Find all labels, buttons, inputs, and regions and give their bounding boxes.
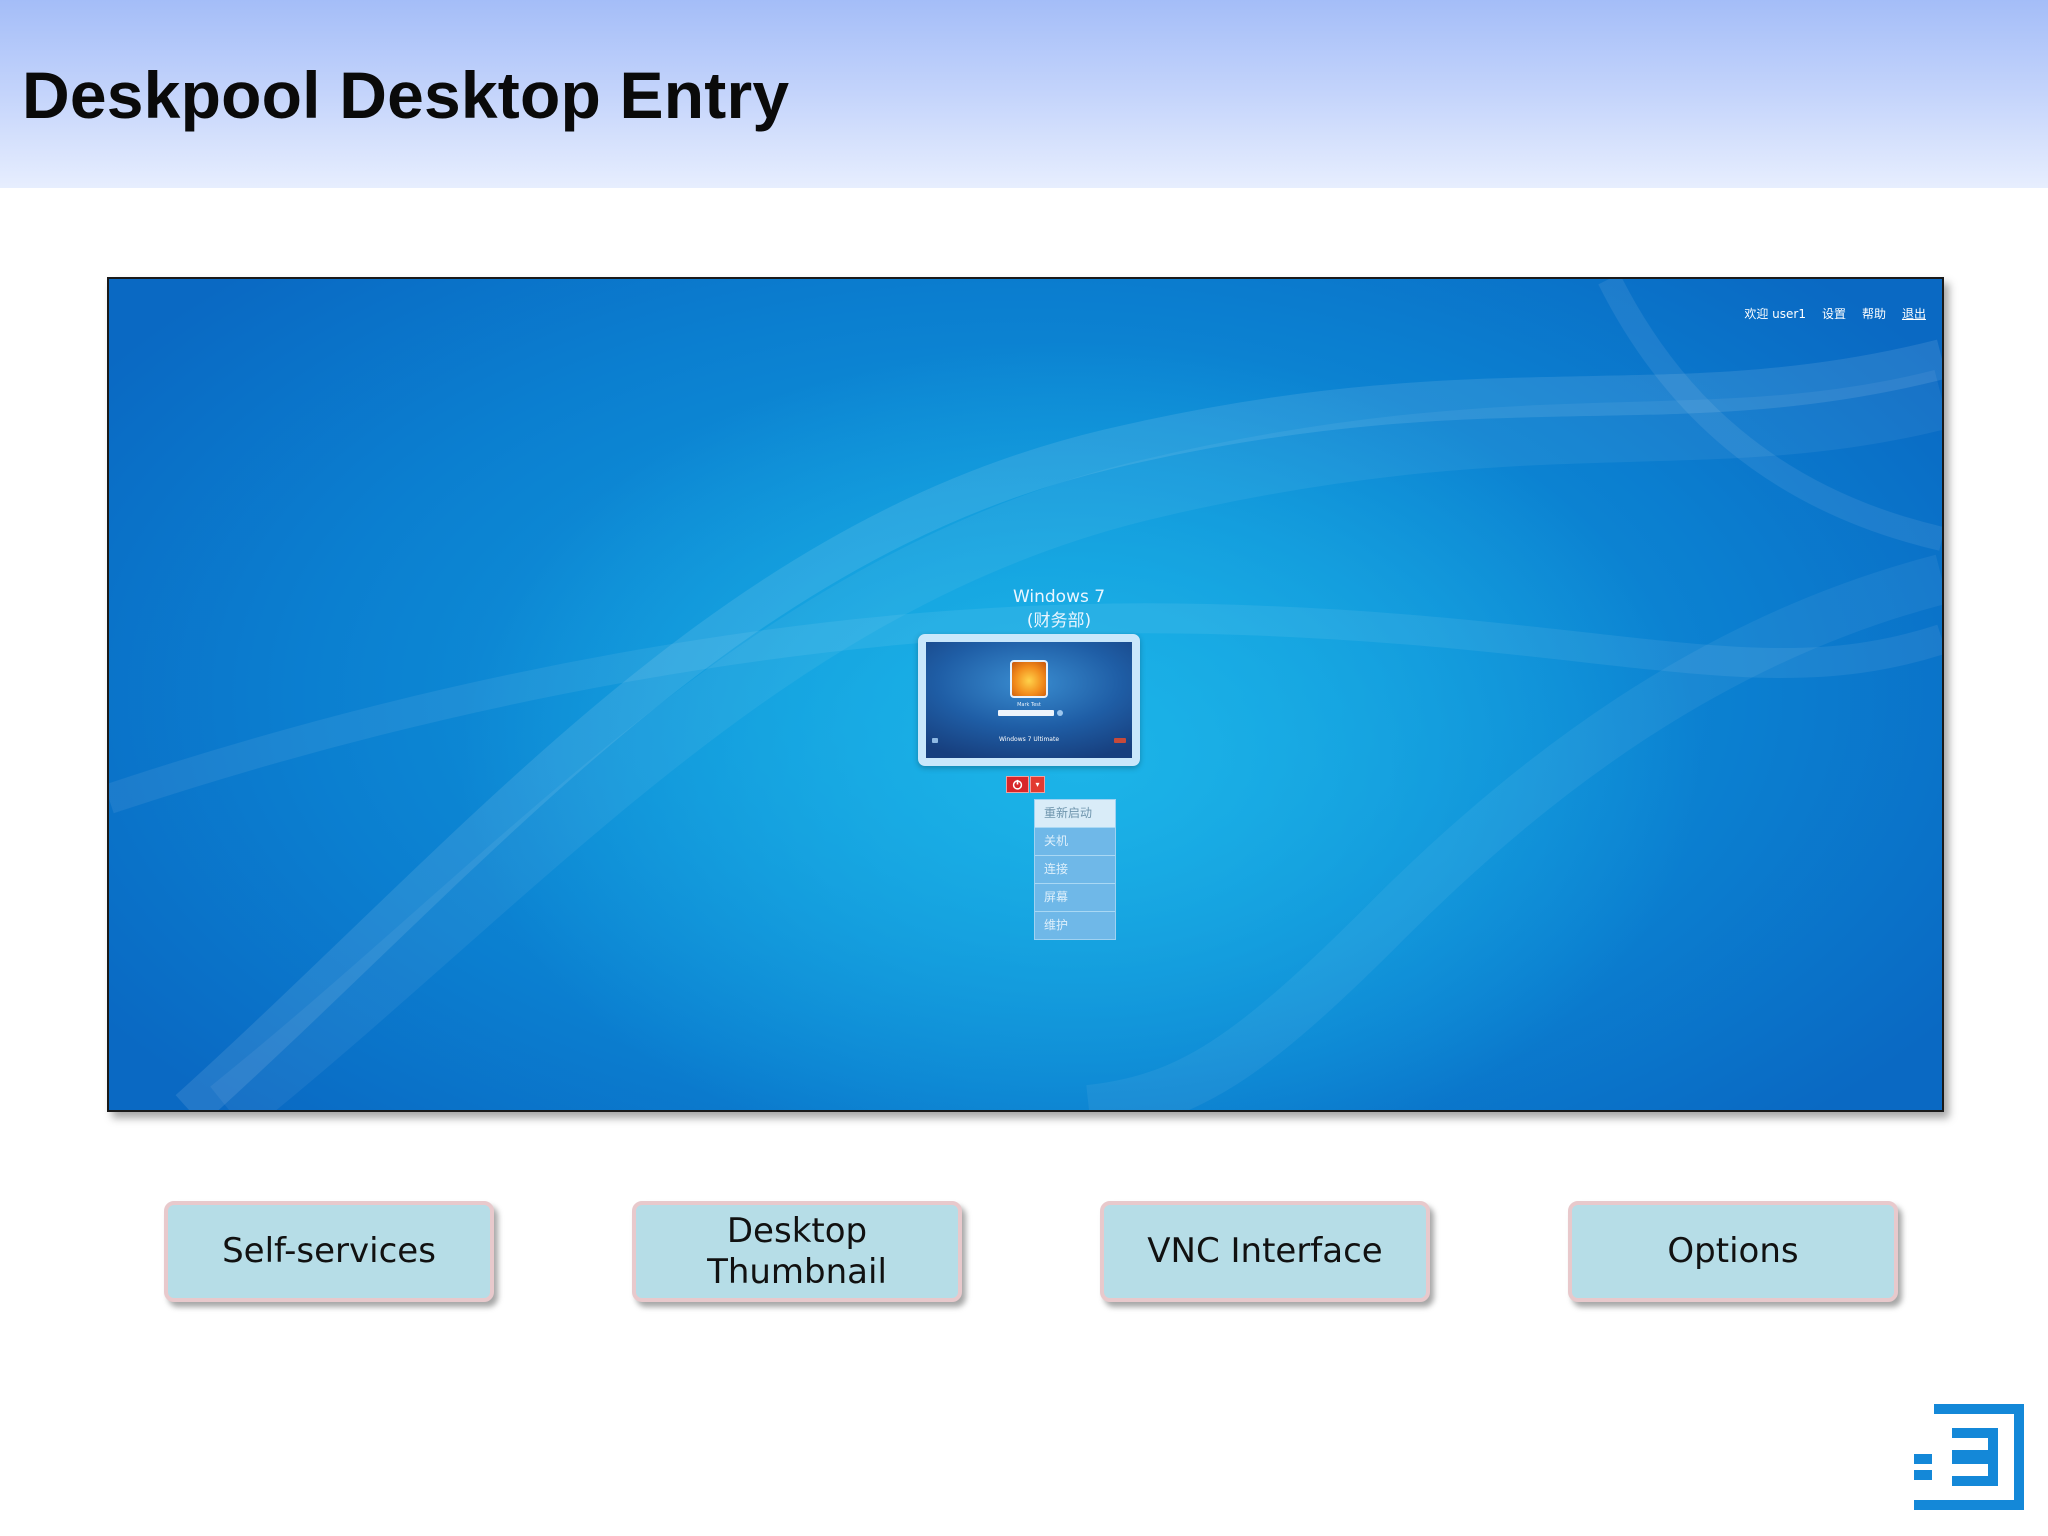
thumbnail-login-screen: Mark Test Windows 7 Ultimate	[926, 642, 1132, 758]
logout-link[interactable]: 退出	[1902, 305, 1926, 322]
power-menu: 重新启动 关机 连接 屏幕 维护	[1034, 799, 1116, 940]
power-menu-item[interactable]: 关机	[1035, 827, 1115, 855]
desktop-thumbnail-label-line1: Desktop	[726, 1210, 868, 1251]
desktop-portal-screenshot: 欢迎 user1 设置 帮助 退出 Windows 7 (财务部) Mark T…	[107, 277, 1944, 1112]
desktop-thumbnail-label: Desktop Thumbnail	[707, 1211, 887, 1293]
desktop-name: Windows 7	[1012, 587, 1106, 607]
help-link[interactable]: 帮助	[1862, 305, 1886, 322]
thumbnail-user-name: Mark Test	[1017, 702, 1041, 708]
slide-title: Deskpool Desktop Entry	[22, 58, 790, 132]
desktop-label: Windows 7 (财务部)	[909, 585, 1209, 633]
thumbnail-power-icon	[1114, 738, 1126, 743]
power-dropdown-button[interactable]: ▾	[1030, 776, 1045, 793]
welcome-text: 欢迎 user1	[1744, 307, 1806, 321]
self-services-button[interactable]: Self-services	[164, 1201, 494, 1302]
power-menu-item[interactable]: 连接	[1035, 855, 1115, 883]
thumbnail-brand: Windows 7 Ultimate	[998, 736, 1060, 743]
power-button[interactable]	[1006, 776, 1029, 793]
company-logo	[1914, 1404, 2024, 1510]
thumbnail-login-arrow-icon	[1057, 710, 1063, 716]
desktop-thumbnail-label-line2: Thumbnail	[707, 1251, 887, 1292]
self-services-label: Self-services	[222, 1231, 436, 1271]
caret-down-icon: ▾	[1035, 780, 1040, 789]
power-icon	[1012, 779, 1023, 790]
thumbnail-password-field	[998, 710, 1054, 716]
options-button[interactable]: Options	[1568, 1201, 1898, 1302]
options-label: Options	[1667, 1231, 1799, 1271]
desktop-thumbnail[interactable]: Mark Test Windows 7 Ultimate	[918, 634, 1140, 766]
desktop-group: (财务部)	[1026, 611, 1092, 631]
vnc-interface-button[interactable]: VNC Interface	[1100, 1201, 1430, 1302]
power-menu-item[interactable]: 维护	[1035, 911, 1115, 939]
power-menu-item[interactable]: 重新启动	[1035, 800, 1115, 827]
slide-header: Deskpool Desktop Entry	[0, 0, 2048, 188]
vnc-interface-label: VNC Interface	[1147, 1231, 1383, 1271]
desktop-thumbnail-button[interactable]: Desktop Thumbnail	[632, 1201, 962, 1302]
power-menu-item[interactable]: 屏幕	[1035, 883, 1115, 911]
portal-topbar: 欢迎 user1 设置 帮助 退出	[1744, 305, 1926, 322]
settings-link[interactable]: 设置	[1822, 305, 1846, 322]
user-avatar-icon	[1010, 660, 1048, 698]
